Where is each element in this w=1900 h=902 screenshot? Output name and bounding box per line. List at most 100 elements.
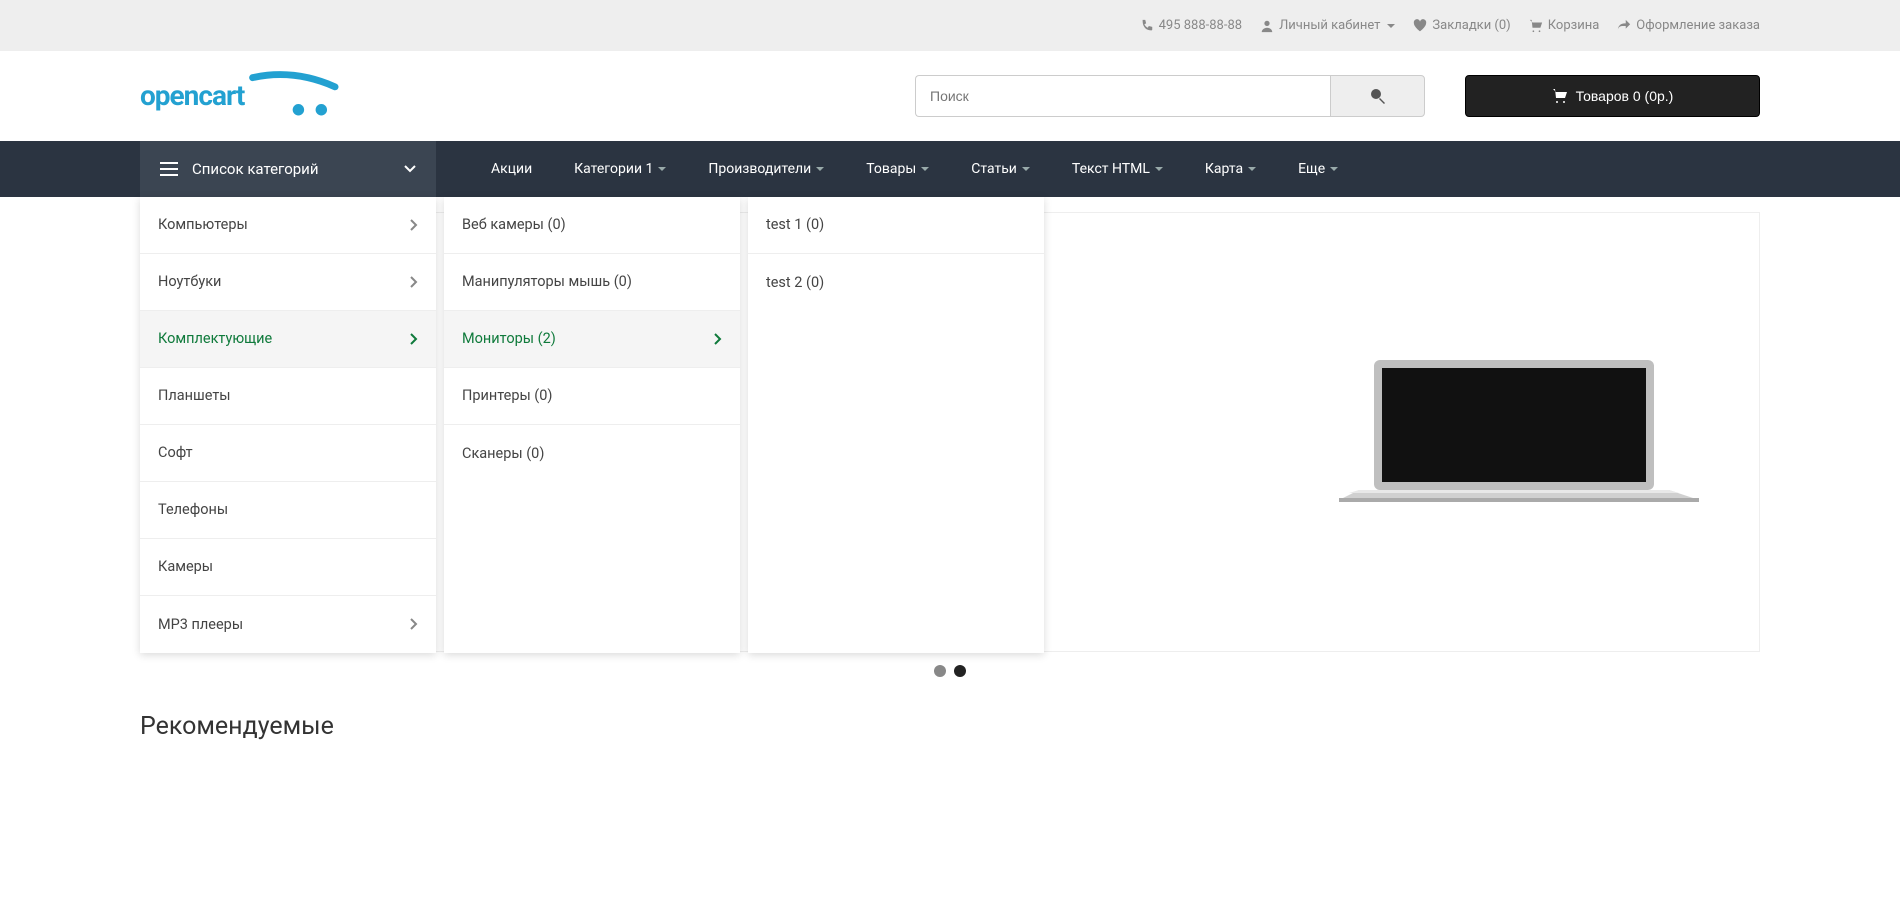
nav-item[interactable]: Текст HTML	[1072, 161, 1163, 177]
nav-item[interactable]: Производители	[708, 161, 824, 177]
user-icon	[1260, 19, 1274, 33]
heart-icon	[1413, 19, 1427, 33]
menu-item[interactable]: Принтеры (0)	[444, 368, 740, 425]
logo-cart-icon	[248, 71, 340, 121]
menu-item[interactable]: Компьютеры	[140, 197, 436, 254]
menu-item[interactable]: Камеры	[140, 539, 436, 596]
phone-link[interactable]: 495 888-88-88	[1140, 18, 1242, 33]
caret-down-icon	[658, 167, 666, 171]
menu-column-3: test 1 (0) test 2 (0)	[748, 197, 1044, 653]
nav-item-label: Категории 1	[574, 161, 653, 177]
cart-button-label: Товаров 0 (0р.)	[1576, 88, 1674, 104]
nav-bar: Список категорий Акции Категории 1 Произво…	[0, 141, 1900, 197]
featured-section: Рекомендуемые	[140, 712, 334, 741]
hamburger-icon	[160, 162, 178, 176]
checkout-link[interactable]: Оформление заказа	[1617, 18, 1760, 33]
menu-item[interactable]: test 1 (0)	[748, 197, 1044, 254]
chevron-right-icon	[410, 219, 418, 231]
nav-item[interactable]: Акции	[491, 161, 532, 177]
caret-down-icon	[1155, 167, 1163, 171]
nav-item-label: Производители	[708, 161, 811, 177]
nav-item-label: Еще	[1298, 161, 1325, 177]
nav-item[interactable]: Еще	[1298, 161, 1338, 177]
menu-item[interactable]: Планшеты	[140, 368, 436, 425]
chevron-right-icon	[410, 333, 418, 345]
nav-items: Акции Категории 1 Производители Товары Стать…	[436, 141, 1338, 197]
phone-text: 495 888-88-88	[1159, 18, 1242, 33]
wishlist-text: Закладки (0)	[1432, 18, 1510, 33]
nav-item[interactable]: Карта	[1205, 161, 1256, 177]
nav-item[interactable]: Товары	[866, 161, 929, 177]
nav-item-label: Акции	[491, 161, 532, 177]
phone-icon	[1140, 19, 1154, 33]
search-input[interactable]	[915, 75, 1330, 117]
logo[interactable]: opencart	[140, 71, 340, 121]
category-toggle[interactable]: Список категорий	[140, 141, 436, 197]
header: opencart Товаров 0 (0р.)	[0, 51, 1900, 141]
category-toggle-label: Список категорий	[192, 160, 319, 178]
menu-item-label: Манипуляторы мышь (0)	[462, 273, 632, 290]
menu-item-label: Планшеты	[158, 387, 231, 404]
search-button[interactable]	[1330, 75, 1425, 117]
menu-item[interactable]: Ноутбуки	[140, 254, 436, 311]
featured-title: Рекомендуемые	[140, 712, 334, 741]
nav-item[interactable]: Статьи	[971, 161, 1030, 177]
caret-down-icon	[1330, 167, 1338, 171]
wishlist-link[interactable]: Закладки (0)	[1413, 18, 1510, 33]
caret-down-icon	[921, 167, 929, 171]
chevron-right-icon	[410, 618, 418, 630]
menu-item-label: test 2 (0)	[766, 274, 824, 291]
slider-dot-2[interactable]	[954, 665, 966, 677]
chevron-right-icon	[714, 333, 722, 345]
menu-item[interactable]: Мониторы (2)	[444, 311, 740, 368]
menu-item-label: Мониторы (2)	[462, 330, 556, 347]
caret-down-icon	[1248, 167, 1256, 171]
menu-item[interactable]: MP3 плееры	[140, 596, 436, 653]
menu-item-label: MP3 плееры	[158, 616, 243, 633]
menu-item[interactable]: Манипуляторы мышь (0)	[444, 254, 740, 311]
nav-item-label: Текст HTML	[1072, 161, 1150, 177]
menu-item-label: Камеры	[158, 558, 213, 575]
menu-item[interactable]: test 2 (0)	[748, 254, 1044, 311]
mega-menu: Компьютеры Ноутбуки Комплектующие Планшеты С…	[140, 197, 1044, 653]
menu-item-label: Принтеры (0)	[462, 387, 552, 404]
menu-item[interactable]: Сканеры (0)	[444, 425, 740, 482]
slider-image	[1339, 350, 1699, 514]
menu-item-label: Ноутбуки	[158, 273, 221, 290]
logo-text: opencart	[140, 71, 340, 121]
menu-item-label: Компьютеры	[158, 216, 248, 233]
menu-item-label: Телефоны	[158, 501, 228, 518]
slider-dot-1[interactable]	[934, 665, 946, 677]
menu-item-label: test 1 (0)	[766, 216, 824, 233]
menu-item[interactable]: Комплектующие	[140, 311, 436, 368]
caret-down-icon	[1387, 24, 1395, 28]
nav-item-label: Статьи	[971, 161, 1017, 177]
chevron-right-icon	[410, 276, 418, 288]
cart-icon	[1529, 19, 1543, 33]
search-icon	[1370, 88, 1386, 104]
account-text: Личный кабинет	[1279, 18, 1380, 33]
share-icon	[1617, 19, 1631, 33]
laptop-icon	[1339, 350, 1699, 510]
menu-item[interactable]: Софт	[140, 425, 436, 482]
checkout-text: Оформление заказа	[1636, 18, 1760, 33]
nav-item[interactable]: Категории 1	[574, 161, 666, 177]
nav-item-label: Карта	[1205, 161, 1243, 177]
cart-button[interactable]: Товаров 0 (0р.)	[1465, 75, 1760, 117]
nav-item-label: Товары	[866, 161, 916, 177]
menu-item-label: Сканеры (0)	[462, 445, 544, 462]
menu-column-1: Компьютеры Ноутбуки Комплектующие Планшеты С…	[140, 197, 436, 653]
menu-item[interactable]: Веб камеры (0)	[444, 197, 740, 254]
menu-item[interactable]: Телефоны	[140, 482, 436, 539]
cart-text: Корзина	[1548, 18, 1600, 33]
cart-link[interactable]: Корзина	[1529, 18, 1600, 33]
topbar-items: 495 888-88-88 Личный кабинет Закладки (0…	[1140, 18, 1760, 33]
content: Компьютеры Ноутбуки Комплектующие Планшеты С…	[0, 197, 1900, 697]
menu-item-label: Веб камеры (0)	[462, 216, 566, 233]
menu-column-2: Веб камеры (0) Манипуляторы мышь (0) Монит…	[444, 197, 740, 653]
account-link[interactable]: Личный кабинет	[1260, 18, 1395, 33]
chevron-down-icon	[404, 165, 416, 173]
search-form	[915, 75, 1425, 117]
slider-dots	[934, 665, 966, 677]
menu-item-label: Комплектующие	[158, 330, 272, 347]
